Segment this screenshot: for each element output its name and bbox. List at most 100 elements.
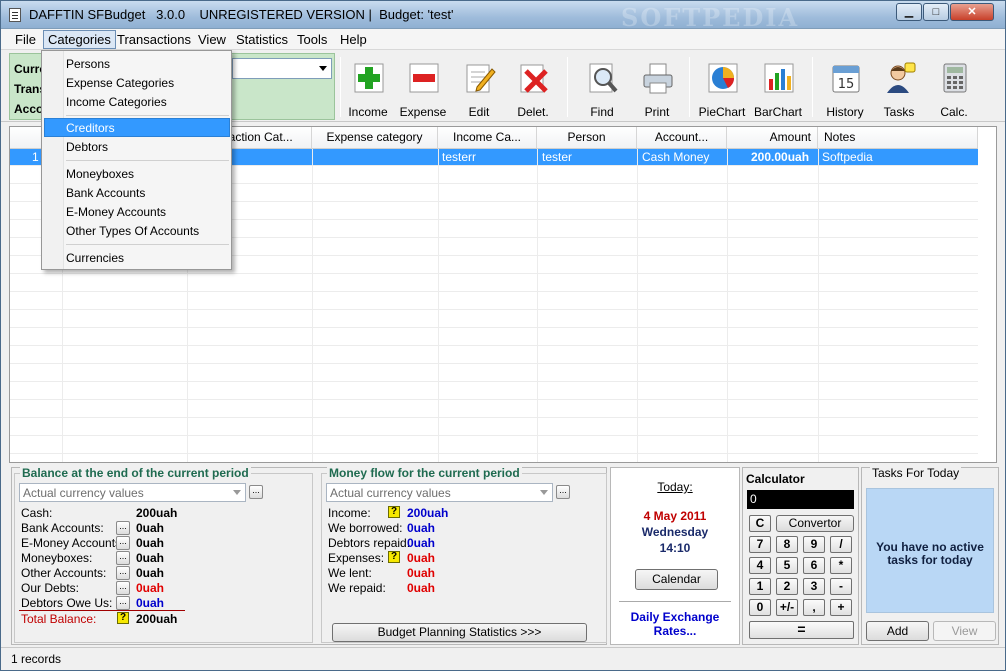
flow-label-borrowed: We borrowed: bbox=[328, 521, 403, 535]
help-icon[interactable]: ? bbox=[388, 506, 400, 518]
calc-key-button[interactable]: / bbox=[830, 536, 852, 553]
menu-item-expense-categories[interactable]: Expense Categories bbox=[66, 76, 174, 90]
view-task-button[interactable]: View bbox=[933, 621, 996, 641]
balance-group: Balance at the end of the current period… bbox=[14, 466, 313, 643]
calc-key-button[interactable]: 3 bbox=[803, 578, 825, 595]
grid-line bbox=[10, 381, 978, 382]
find-button[interactable]: Find bbox=[575, 59, 629, 121]
calc-key-button[interactable]: 6 bbox=[803, 557, 825, 574]
tasks-button[interactable]: Tasks bbox=[872, 59, 926, 121]
calc-clear-button[interactable]: C bbox=[749, 515, 771, 532]
moneyboxes-details-button[interactable]: ... bbox=[116, 551, 130, 565]
barchart-button[interactable]: BarChart bbox=[751, 59, 805, 121]
help-icon[interactable]: ? bbox=[388, 551, 400, 563]
calc-key-button[interactable]: 8 bbox=[776, 536, 798, 553]
calc-button[interactable]: Calc. bbox=[927, 59, 981, 121]
tasks-list[interactable]: You have no active tasks for today bbox=[866, 488, 994, 613]
moneyflow-currency-combo[interactable]: Actual currency values bbox=[326, 483, 553, 502]
piechart-icon bbox=[708, 63, 738, 93]
calc-key-button[interactable]: +/- bbox=[776, 599, 798, 616]
today-time: 14:10 bbox=[659, 541, 691, 555]
filter-combo[interactable] bbox=[232, 58, 332, 79]
calc-key-button[interactable]: 7 bbox=[749, 536, 771, 553]
print-button[interactable]: Print bbox=[630, 59, 684, 121]
today-label: Today: bbox=[657, 480, 693, 494]
history-button[interactable]: 15 History bbox=[818, 59, 872, 121]
tasks-panel: Tasks For Today You have no active tasks… bbox=[861, 466, 999, 645]
calc-key-button[interactable]: , bbox=[803, 599, 825, 616]
expense-button[interactable]: Expense bbox=[396, 59, 450, 121]
balance-title: Balance at the end of the current period bbox=[20, 466, 251, 480]
convertor-button[interactable]: Convertor bbox=[776, 515, 854, 532]
grid-header-account[interactable]: Account... bbox=[637, 127, 727, 149]
calc-key-button[interactable]: 4 bbox=[749, 557, 771, 574]
menu-item-emoney-accounts[interactable]: E-Money Accounts bbox=[66, 205, 166, 219]
balance-value-bank: 0uah bbox=[136, 521, 165, 535]
menu-item-moneyboxes[interactable]: Moneyboxes bbox=[66, 167, 134, 181]
menu-view[interactable]: View bbox=[194, 32, 230, 47]
chevron-down-icon bbox=[233, 490, 241, 495]
calc-key-button[interactable]: 2 bbox=[776, 578, 798, 595]
balance-label-debts: Our Debts: bbox=[21, 581, 80, 595]
grid-column-line bbox=[818, 149, 819, 462]
grid-header-income-category[interactable]: Income Ca... bbox=[438, 127, 537, 149]
menu-item-other-accounts[interactable]: Other Types Of Accounts bbox=[66, 224, 199, 238]
bank-accounts-details-button[interactable]: ... bbox=[116, 521, 130, 535]
menu-item-income-categories[interactable]: Income Categories bbox=[66, 95, 167, 109]
calc-key-button[interactable]: 9 bbox=[803, 536, 825, 553]
row-income-category: testerr bbox=[442, 150, 477, 164]
calculator-display[interactable]: 0 bbox=[747, 490, 854, 509]
grid-header-amount[interactable]: Amount bbox=[727, 127, 818, 149]
menu-icon-column bbox=[42, 51, 64, 269]
menu-separator bbox=[66, 160, 229, 161]
menu-item-debtors[interactable]: Debtors bbox=[66, 140, 108, 154]
help-icon[interactable]: ? bbox=[117, 612, 129, 624]
history-label: History bbox=[826, 105, 864, 119]
menu-item-currencies[interactable]: Currencies bbox=[66, 251, 124, 265]
calc-key-button[interactable]: 5 bbox=[776, 557, 798, 574]
edit-button[interactable]: Edit bbox=[452, 59, 506, 121]
menu-categories[interactable]: Categories bbox=[43, 30, 116, 49]
window-title: DAFFTIN SFBudget 3.0.0 UNREGISTERED VERS… bbox=[29, 7, 454, 22]
calc-equals-button[interactable]: = bbox=[749, 621, 854, 639]
maximize-button[interactable]: □ bbox=[923, 3, 949, 21]
grid-header-notes[interactable]: Notes bbox=[818, 127, 978, 149]
grid-header-person[interactable]: Person bbox=[537, 127, 637, 149]
delete-button[interactable]: Delet. bbox=[506, 59, 560, 121]
other-accounts-details-button[interactable]: ... bbox=[116, 566, 130, 580]
add-task-button[interactable]: Add bbox=[866, 621, 929, 641]
menu-statistics[interactable]: Statistics bbox=[232, 32, 292, 47]
emoney-details-button[interactable]: ... bbox=[116, 536, 130, 550]
menu-file[interactable]: File bbox=[11, 32, 40, 47]
menu-item-bank-accounts[interactable]: Bank Accounts bbox=[66, 186, 145, 200]
menu-bar: File Categories Transactions View Statis… bbox=[1, 29, 1005, 50]
grid-column-line bbox=[438, 149, 439, 462]
balance-currency-combo[interactable]: Actual currency values bbox=[19, 483, 246, 502]
piechart-button[interactable]: PieChart bbox=[695, 59, 749, 121]
exchange-rates-link[interactable]: Daily Exchange Rates... bbox=[619, 610, 731, 638]
minimize-button[interactable]: ▁ bbox=[896, 3, 922, 21]
menu-item-creditors[interactable]: Creditors bbox=[66, 121, 115, 135]
menu-transactions[interactable]: Transactions bbox=[113, 32, 195, 47]
tasks-icon bbox=[887, 62, 916, 93]
calc-key-button[interactable]: - bbox=[830, 578, 852, 595]
debts-details-button[interactable]: ... bbox=[116, 581, 130, 595]
menu-item-persons[interactable]: Persons bbox=[66, 57, 110, 71]
close-button[interactable]: ✕ bbox=[950, 3, 994, 21]
calendar-button[interactable]: Calendar bbox=[635, 569, 718, 590]
calc-key-button[interactable]: 1 bbox=[749, 578, 771, 595]
calc-key-button[interactable]: + bbox=[830, 599, 852, 616]
accounts-label: Acco bbox=[14, 102, 44, 116]
income-button[interactable]: Income bbox=[341, 59, 395, 121]
calc-key-button[interactable]: * bbox=[830, 557, 852, 574]
grid-line bbox=[10, 291, 978, 292]
calc-key-button[interactable]: 0 bbox=[749, 599, 771, 616]
flow-value-borrowed: 0uah bbox=[407, 521, 436, 535]
debtors-details-button[interactable]: ... bbox=[116, 596, 130, 610]
balance-options-button[interactable]: ... bbox=[249, 485, 263, 499]
menu-tools[interactable]: Tools bbox=[293, 32, 331, 47]
grid-header-expense-category[interactable]: Expense category bbox=[312, 127, 438, 149]
budget-planning-button[interactable]: Budget Planning Statistics >>> bbox=[332, 623, 587, 642]
moneyflow-options-button[interactable]: ... bbox=[556, 485, 570, 499]
menu-help[interactable]: Help bbox=[336, 32, 371, 47]
